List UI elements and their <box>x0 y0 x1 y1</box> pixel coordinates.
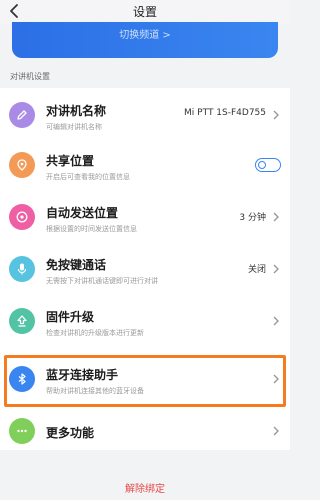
row-subtitle: 开启后可查看我的位置信息 <box>46 173 130 181</box>
hands-free-value: 关闭 <box>247 265 266 275</box>
upload-icon <box>9 308 35 334</box>
channel-banner[interactable]: 切换频道 > <box>12 22 278 58</box>
target-icon <box>9 204 35 230</box>
mic-icon <box>9 256 35 282</box>
chevron-right-icon <box>273 110 279 120</box>
chevron-right-icon <box>273 264 279 274</box>
more-icon <box>9 418 35 444</box>
row-auto-send-location[interactable]: 自动发送位置 根据设置的时间发送位置信息 3 分钟 <box>0 192 290 242</box>
page-title: 设置 <box>132 5 157 19</box>
location-icon <box>9 152 35 178</box>
device-name-value: Mi PTT 1S-F4D755 <box>184 108 266 118</box>
chevron-right-icon <box>273 374 279 384</box>
top-bar: 设置 <box>0 0 290 24</box>
row-device-name[interactable]: 对讲机名称 可编辑对讲机名称 Mi PTT 1S-F4D755 <box>0 90 290 140</box>
row-subtitle: 根据设置的时间发送位置信息 <box>46 225 137 233</box>
row-name: 更多功能 <box>46 426 95 440</box>
toggle-knob <box>258 160 266 169</box>
section-label: 对讲机设置 <box>10 72 50 81</box>
row-name: 免按键通话 <box>46 258 107 272</box>
pencil-icon <box>9 102 35 128</box>
row-name: 对讲机名称 <box>46 104 107 118</box>
row-subtitle: 无需按下对讲机通话键即可进行对讲 <box>46 277 158 285</box>
row-subtitle: 检查对讲机的升级版本进行更新 <box>46 329 144 337</box>
chevron-right-icon <box>273 316 279 326</box>
row-share-location: 共享位置 开启后可查看我的位置信息 <box>0 140 290 190</box>
row-subtitle: 帮助对讲机连接其他的蓝牙设备 <box>46 387 144 395</box>
row-bluetooth-assistant[interactable]: 蓝牙连接助手 帮助对讲机连接其他的蓝牙设备 <box>0 354 290 404</box>
row-name: 蓝牙连接助手 <box>46 368 119 382</box>
row-hands-free[interactable]: 免按键通话 无需按下对讲机通话键即可进行对讲 关闭 <box>0 244 290 294</box>
row-subtitle: 可编辑对讲机名称 <box>46 123 102 131</box>
row-name: 自动发送位置 <box>46 206 119 220</box>
row-name: 共享位置 <box>46 154 95 168</box>
row-name: 固件升级 <box>46 310 95 324</box>
unbind-button[interactable]: 解除绑定 <box>0 480 290 495</box>
chevron-right-icon <box>273 426 279 436</box>
bluetooth-icon <box>9 366 35 392</box>
row-more-features[interactable]: 更多功能 <box>0 406 290 456</box>
row-firmware-upgrade[interactable]: 固件升级 检查对讲机的升级版本进行更新 <box>0 296 290 346</box>
share-location-toggle[interactable] <box>255 158 281 172</box>
chevron-right-icon <box>273 212 279 222</box>
interval-value: 3 分钟 <box>239 213 266 223</box>
switch-channel-link[interactable]: 切换频道 > <box>12 26 278 41</box>
settings-card: 对讲机名称 可编辑对讲机名称 Mi PTT 1S-F4D755 共享位置 开启后… <box>0 88 290 450</box>
